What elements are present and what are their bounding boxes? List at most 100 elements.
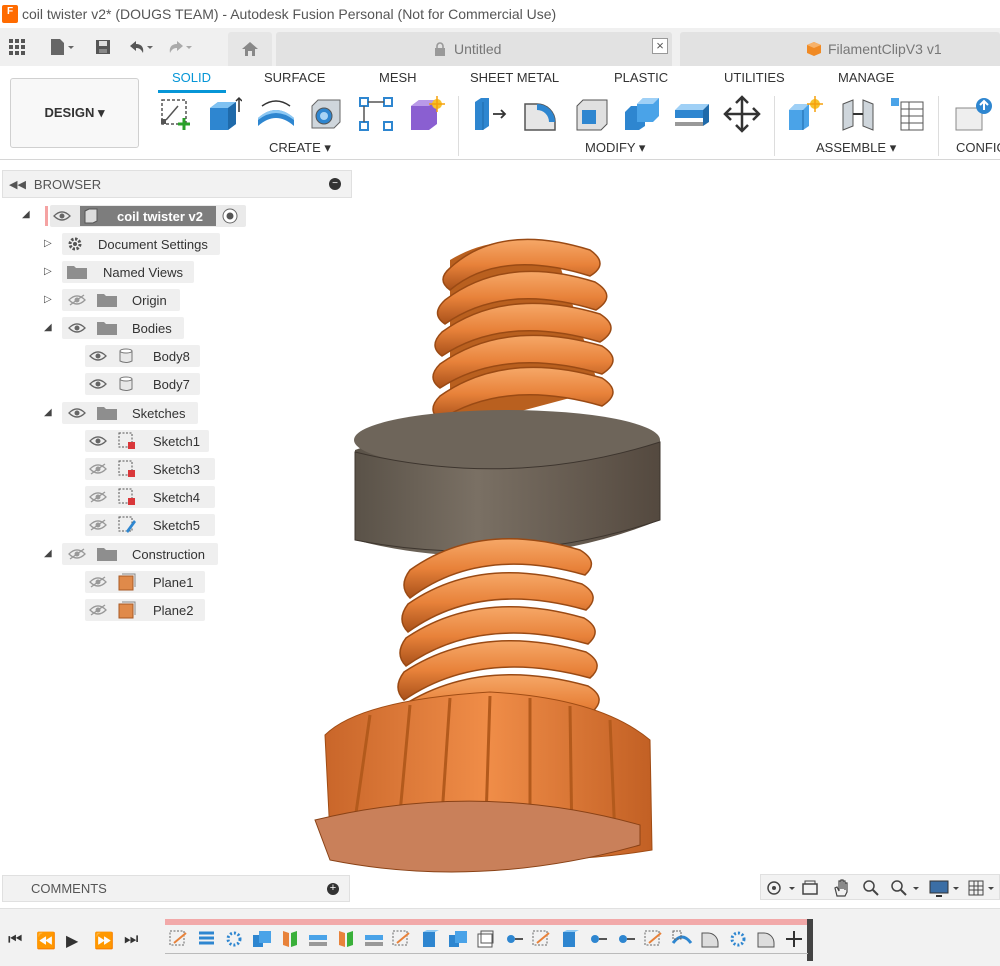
joint-icon[interactable] <box>838 94 878 134</box>
go-to-end-icon[interactable]: ⏭ <box>124 931 138 949</box>
timeline-offset-icon[interactable] <box>363 929 385 949</box>
step-back-icon[interactable]: ⏪ <box>36 931 56 951</box>
timeline-fillet-icon[interactable] <box>699 929 721 949</box>
press-pull-icon[interactable] <box>470 94 510 134</box>
hole-icon[interactable] <box>306 94 346 134</box>
add-comment-icon[interactable]: + <box>327 883 339 895</box>
timeline-chamfer-icon[interactable] <box>615 929 637 949</box>
eye-icon[interactable] <box>89 378 107 390</box>
collapse-panel-icon[interactable]: ◀◀ <box>9 178 26 191</box>
modify-menu[interactable]: MODIFY ▾ <box>585 140 645 156</box>
eye-hidden-icon[interactable] <box>68 294 86 306</box>
eye-hidden-icon[interactable] <box>89 576 107 588</box>
comments-panel[interactable]: COMMENTS + <box>2 875 350 902</box>
form-icon[interactable] <box>406 94 446 134</box>
expand-arrow-icon[interactable]: ▷ <box>44 294 52 305</box>
expand-arrow-icon[interactable]: ▷ <box>44 266 52 277</box>
browser-minimize-icon[interactable]: − <box>329 178 341 190</box>
tree-item-label: Sketch5 <box>153 518 200 533</box>
timeline-coil-icon[interactable] <box>196 929 218 949</box>
save-icon[interactable] <box>88 32 118 62</box>
eye-icon[interactable] <box>89 435 107 447</box>
new-component-icon[interactable] <box>786 94 826 134</box>
timeline-sweep-icon[interactable] <box>671 929 693 949</box>
tab-utilities[interactable]: UTILITIES <box>724 70 785 85</box>
pan-hand-icon[interactable] <box>833 878 851 898</box>
collapse-arrow-icon[interactable]: ◢ <box>44 548 52 559</box>
timeline-chamfer-icon[interactable] <box>503 929 525 949</box>
eye-hidden-icon[interactable] <box>89 491 107 503</box>
eye-icon[interactable] <box>68 407 86 419</box>
timeline-pattern-icon[interactable] <box>223 929 245 949</box>
workspace-switcher[interactable]: DESIGN ▾ <box>10 78 139 148</box>
create-menu[interactable]: CREATE ▾ <box>269 140 331 156</box>
tab-untitled[interactable]: Untitled × <box>276 32 672 66</box>
pattern-icon[interactable] <box>356 94 396 134</box>
eye-hidden-icon[interactable] <box>89 519 107 531</box>
tab-filamentclip[interactable]: FilamentClipV3 v1 <box>680 32 1000 66</box>
browser-header: ◀◀ BROWSER − <box>2 170 352 198</box>
create-sketch-icon[interactable] <box>156 94 196 134</box>
look-at-icon[interactable] <box>801 879 819 897</box>
eye-hidden-icon[interactable] <box>89 604 107 616</box>
configure-icon[interactable] <box>952 94 992 134</box>
offset-face-icon[interactable] <box>672 94 712 134</box>
timeline-extrude-icon[interactable] <box>559 929 581 949</box>
eye-hidden-icon[interactable] <box>89 463 107 475</box>
eye-hidden-icon[interactable] <box>68 548 86 560</box>
timeline-sketch-icon[interactable] <box>643 929 665 949</box>
timeline-move-icon[interactable] <box>783 929 805 949</box>
eye-icon[interactable] <box>53 210 71 222</box>
tab-plastic[interactable]: PLASTIC <box>614 70 668 85</box>
close-tab-icon[interactable]: × <box>652 38 668 54</box>
timeline-extrude-icon[interactable] <box>419 929 441 949</box>
home-tab[interactable] <box>228 32 272 66</box>
configure-menu[interactable]: CONFIG <box>956 140 1000 155</box>
file-menu-icon[interactable] <box>42 32 82 62</box>
fillet-icon[interactable] <box>520 94 560 134</box>
timeline-sketch-icon[interactable] <box>168 929 190 949</box>
play-icon[interactable]: ▶ <box>66 931 78 951</box>
step-forward-icon[interactable]: ⏩ <box>94 931 114 951</box>
collapse-arrow-icon[interactable]: ◢ <box>44 407 52 418</box>
activate-radio-icon[interactable] <box>222 208 238 224</box>
extrude-icon[interactable] <box>204 94 244 134</box>
timeline-shell-icon[interactable] <box>475 929 497 949</box>
undo-icon[interactable] <box>120 32 160 62</box>
display-settings-icon[interactable] <box>929 879 963 897</box>
tab-manage[interactable]: MANAGE <box>838 70 894 85</box>
bill-of-materials-icon[interactable] <box>888 94 928 134</box>
timeline-sketch-icon[interactable] <box>391 929 413 949</box>
timeline-combine-icon[interactable] <box>447 929 469 949</box>
expand-arrow-icon[interactable]: ▷ <box>44 238 52 249</box>
redo-icon[interactable] <box>160 32 200 62</box>
assemble-menu[interactable]: ASSEMBLE ▾ <box>816 140 896 156</box>
combine-icon[interactable] <box>622 94 662 134</box>
collapse-arrow-icon[interactable]: ◢ <box>44 322 52 333</box>
timeline-split-icon[interactable] <box>279 929 301 949</box>
shell-icon[interactable] <box>572 94 612 134</box>
eye-icon[interactable] <box>68 322 86 334</box>
timeline-combine-icon[interactable] <box>251 929 273 949</box>
timeline-split-icon[interactable] <box>335 929 357 949</box>
tab-solid[interactable]: SOLID <box>172 70 211 85</box>
zoom-window-icon[interactable] <box>889 879 923 897</box>
tab-surface[interactable]: SURFACE <box>264 70 325 85</box>
timeline-fillet-icon[interactable] <box>755 929 777 949</box>
model-viewport[interactable] <box>300 220 720 880</box>
eye-icon[interactable] <box>89 350 107 362</box>
move-copy-icon[interactable] <box>722 94 762 134</box>
grid-settings-icon[interactable] <box>967 879 997 897</box>
collapse-arrow-icon[interactable]: ◢ <box>22 209 30 220</box>
tab-mesh[interactable]: MESH <box>379 70 417 85</box>
orbit-icon[interactable] <box>765 879 797 897</box>
timeline-pattern-icon[interactable] <box>727 929 749 949</box>
zoom-icon[interactable] <box>861 879 881 897</box>
sweep-icon[interactable] <box>256 94 296 134</box>
timeline-chamfer-icon[interactable] <box>587 929 609 949</box>
timeline-offset-icon[interactable] <box>307 929 329 949</box>
app-grid-icon[interactable] <box>2 32 32 62</box>
timeline-sketch-icon[interactable] <box>531 929 553 949</box>
go-to-start-icon[interactable]: ⏮ <box>8 931 22 949</box>
tab-sheet-metal[interactable]: SHEET METAL <box>470 70 559 85</box>
